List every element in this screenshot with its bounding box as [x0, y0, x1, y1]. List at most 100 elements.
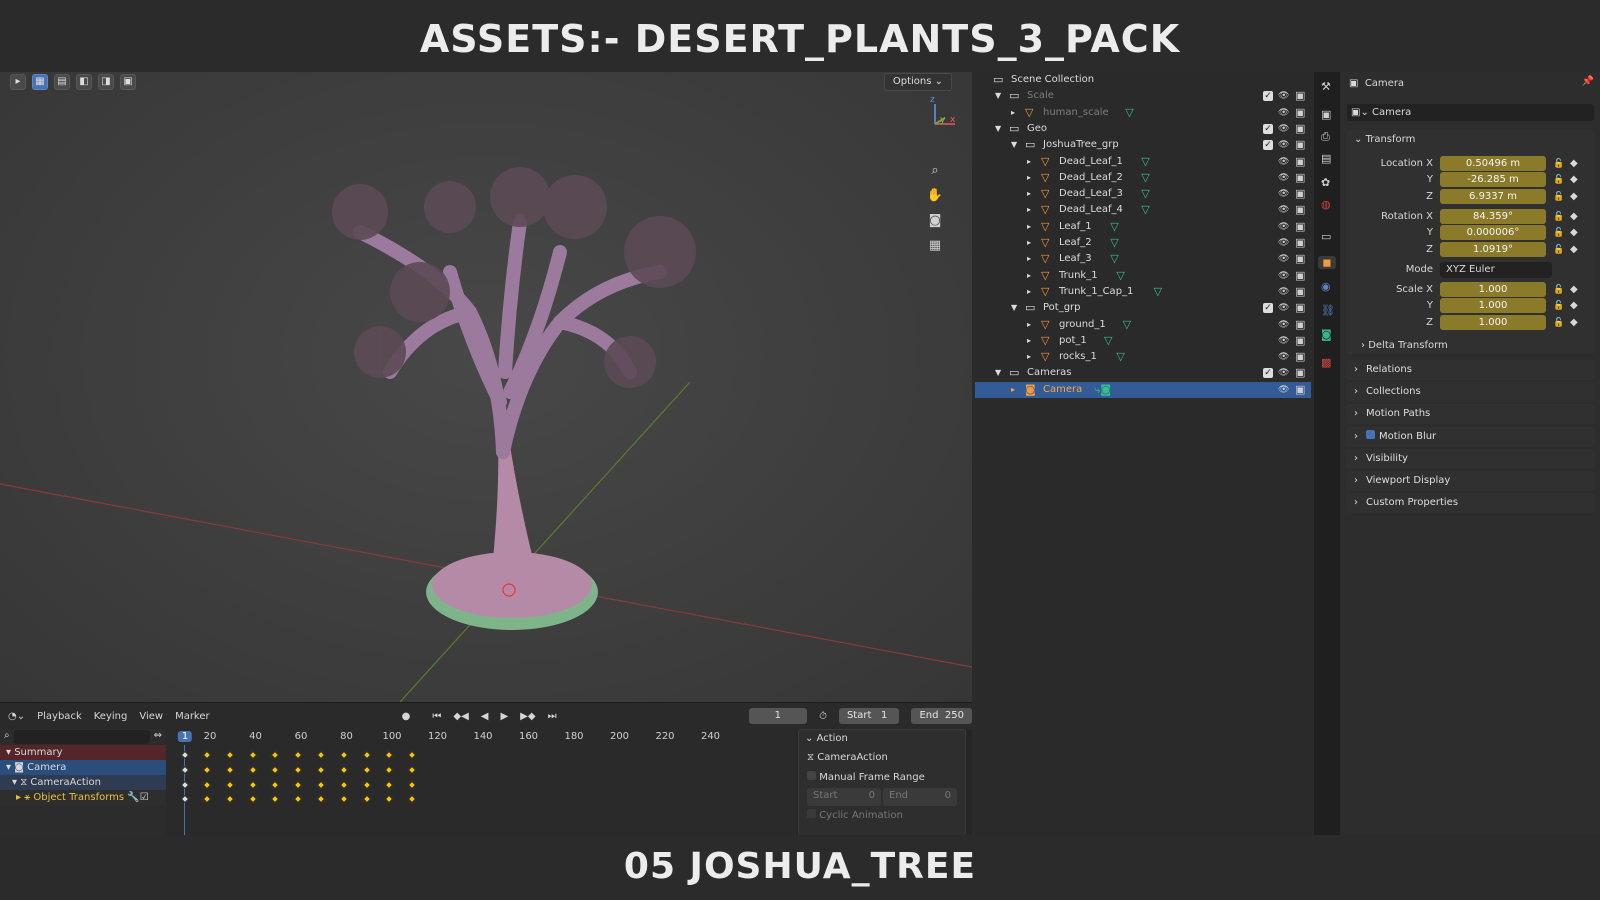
- expand-closed-icon[interactable]: ▸: [1027, 349, 1031, 365]
- mesh-data-icon[interactable]: ▽: [1104, 333, 1112, 349]
- visibility-eye-icon[interactable]: 👁: [1278, 137, 1289, 153]
- outliner-row[interactable]: ▸ ▽ Trunk_1_Cap_1 ▽ 👁 ▣: [975, 284, 1311, 300]
- keyframe[interactable]: [316, 794, 326, 804]
- keyframe[interactable]: [385, 750, 394, 760]
- visibility-eye-icon[interactable]: 👁: [1278, 333, 1289, 349]
- expand-closed-icon[interactable]: ▸: [1027, 170, 1031, 186]
- render-camera-icon[interactable]: ▣: [1295, 284, 1305, 300]
- view-layer-tab-icon[interactable]: ▤: [1321, 152, 1331, 165]
- keyframe[interactable]: [316, 780, 326, 790]
- outliner-row[interactable]: ▸ ▽ Leaf_1 ▽ 👁 ▣: [975, 219, 1311, 235]
- 3d-viewport[interactable]: ▸ ▦ ▤ ◧ ◨ ▣ Options ⌄ z y x ⌕ ✋ ◙ ▦: [0, 72, 972, 702]
- keyframe[interactable]: [248, 794, 257, 804]
- mesh-data-icon[interactable]: ▽: [1141, 202, 1149, 218]
- render-camera-icon[interactable]: ▣: [1295, 186, 1305, 202]
- channel-camera[interactable]: ▾ ◙ Camera: [0, 760, 166, 775]
- keyframe[interactable]: [225, 780, 235, 790]
- visibility-eye-icon[interactable]: 👁: [1278, 268, 1289, 284]
- rotation-0-field[interactable]: 84.359°: [1440, 209, 1546, 224]
- visibility-eye-icon[interactable]: 👁: [1278, 88, 1289, 104]
- expand-closed-icon[interactable]: ▸: [1027, 202, 1031, 218]
- visibility-eye-icon[interactable]: 👁: [1278, 105, 1289, 121]
- visibility-eye-icon[interactable]: 👁: [1278, 382, 1289, 398]
- visibility-eye-icon[interactable]: 👁: [1278, 317, 1289, 333]
- keyframe[interactable]: [385, 765, 394, 775]
- delta-transform-subpanel[interactable]: › Delta Transform: [1361, 338, 1448, 354]
- outliner-row[interactable]: ▭ Scene Collection: [975, 72, 1311, 88]
- expand-closed-icon[interactable]: ▸: [1027, 154, 1031, 170]
- keyframe-diamond-icon[interactable]: ◆: [1570, 242, 1578, 258]
- keyframe-diamond-icon[interactable]: ◆: [1570, 315, 1578, 331]
- keyframe[interactable]: [316, 765, 326, 775]
- channel-action[interactable]: ▾ ⧖ CameraAction: [0, 775, 166, 790]
- panel-motion-paths[interactable]: › Motion Paths: [1346, 404, 1595, 425]
- cyclic-row[interactable]: Cyclic Animation: [799, 806, 965, 826]
- outliner-row[interactable]: ▸ ▽ Dead_Leaf_1 ▽ 👁 ▣: [975, 154, 1311, 170]
- scale-1-field[interactable]: 1.000: [1440, 298, 1546, 314]
- collection-tab-icon[interactable]: ▭: [1321, 230, 1331, 243]
- camera-view-icon[interactable]: ◙: [924, 210, 946, 232]
- exclude-checkbox[interactable]: ✓: [1263, 303, 1273, 314]
- panel-relations[interactable]: › Relations: [1346, 360, 1595, 380]
- end-frame-field[interactable]: End 250: [911, 708, 972, 724]
- keyframe[interactable]: [339, 765, 349, 775]
- render-camera-icon[interactable]: ▣: [1295, 235, 1305, 251]
- lock-icon[interactable]: 🔓: [1553, 315, 1564, 331]
- visibility-eye-icon[interactable]: 👁: [1278, 186, 1289, 202]
- outliner-row[interactable]: ▼ ▭ Geo ✓ 👁 ▣: [975, 121, 1311, 137]
- expand-open-icon[interactable]: ▼: [995, 365, 1001, 381]
- channel-search[interactable]: ⌕ ⇔: [0, 729, 166, 745]
- dopesheet-area[interactable]: 1 20 40 60 80 100 120 140 160 180 200 220 240: [166, 729, 796, 836]
- rotation-mode-dropdown[interactable]: XYZ Euler: [1440, 262, 1552, 278]
- lock-icon[interactable]: 🔓: [1553, 209, 1564, 225]
- keyframe[interactable]: [293, 765, 303, 775]
- start-frame-field[interactable]: Start 1: [838, 708, 900, 724]
- outliner-row[interactable]: ▸ ▽ pot_1 ▽ 👁 ▣: [975, 333, 1311, 349]
- keyframe[interactable]: [202, 780, 212, 790]
- scale-2-field[interactable]: 1.000: [1440, 314, 1546, 330]
- grid-ortho-icon[interactable]: ▦: [924, 235, 946, 257]
- camera-data-icon[interactable]: ⤷◙: [1094, 382, 1111, 398]
- exclude-checkbox[interactable]: ✓: [1263, 368, 1273, 379]
- physics-tab-icon[interactable]: ◉: [1321, 280, 1331, 293]
- outliner-row[interactable]: ▸ ▽ ground_1 ▽ 👁 ▣: [975, 317, 1311, 333]
- keyframe[interactable]: [271, 750, 280, 760]
- exclude-checkbox[interactable]: ✓: [1263, 123, 1273, 134]
- render-camera-icon[interactable]: ▣: [1295, 105, 1305, 121]
- expand-closed-icon[interactable]: ▸: [1027, 251, 1031, 267]
- render-camera-icon[interactable]: ▣: [1295, 382, 1305, 398]
- outliner-row[interactable]: ▸ ▽ Trunk_1 ▽ 👁 ▣: [975, 268, 1311, 284]
- keyframe[interactable]: [362, 780, 371, 790]
- outliner-row[interactable]: ▸ ▽ Dead_Leaf_4 ▽ 👁 ▣: [975, 202, 1311, 218]
- keyframe[interactable]: [339, 750, 349, 760]
- wrench-icon[interactable]: 🔧: [127, 792, 139, 803]
- channel-object-transforms[interactable]: ▸ ⚹ Object Transforms 🔧☑: [0, 790, 166, 805]
- keyframe[interactable]: [225, 750, 235, 760]
- play-reverse-icon[interactable]: ◀: [481, 711, 489, 722]
- render-camera-icon[interactable]: ▣: [1295, 333, 1305, 349]
- visibility-eye-icon[interactable]: 👁: [1278, 154, 1289, 170]
- lock-icon[interactable]: 🔓: [1553, 282, 1564, 298]
- keyframe[interactable]: [407, 750, 417, 760]
- keyframe[interactable]: [180, 794, 190, 804]
- keyframe[interactable]: [339, 794, 349, 804]
- render-camera-icon[interactable]: ▣: [1295, 349, 1305, 365]
- hand-pan-icon[interactable]: ✋: [924, 185, 946, 207]
- keyframe[interactable]: [293, 794, 303, 804]
- current-frame-field[interactable]: 1: [748, 708, 808, 724]
- visibility-eye-icon[interactable]: 👁: [1278, 170, 1289, 186]
- manual-range-row[interactable]: Manual Frame Range: [799, 768, 965, 788]
- keyframe[interactable]: [248, 765, 257, 775]
- visibility-eye-icon[interactable]: 👁: [1278, 284, 1289, 300]
- visibility-eye-icon[interactable]: 👁: [1278, 365, 1289, 381]
- visibility-eye-icon[interactable]: 👁: [1278, 251, 1289, 267]
- play-icon[interactable]: ▶: [500, 711, 508, 722]
- keyframe-diamond-icon[interactable]: ◆: [1570, 282, 1578, 298]
- expand-open-icon[interactable]: ▼: [1011, 300, 1017, 316]
- exclude-checkbox[interactable]: ✓: [1263, 91, 1273, 102]
- outliner-row[interactable]: ▼ ▭ JoshuaTree_grp ✓ 👁 ▣: [975, 137, 1311, 153]
- mesh-data-icon[interactable]: ▽: [1141, 186, 1149, 202]
- render-tab-icon[interactable]: ▣: [1321, 108, 1331, 121]
- keyframe[interactable]: [248, 780, 257, 790]
- keyframe[interactable]: [180, 780, 190, 790]
